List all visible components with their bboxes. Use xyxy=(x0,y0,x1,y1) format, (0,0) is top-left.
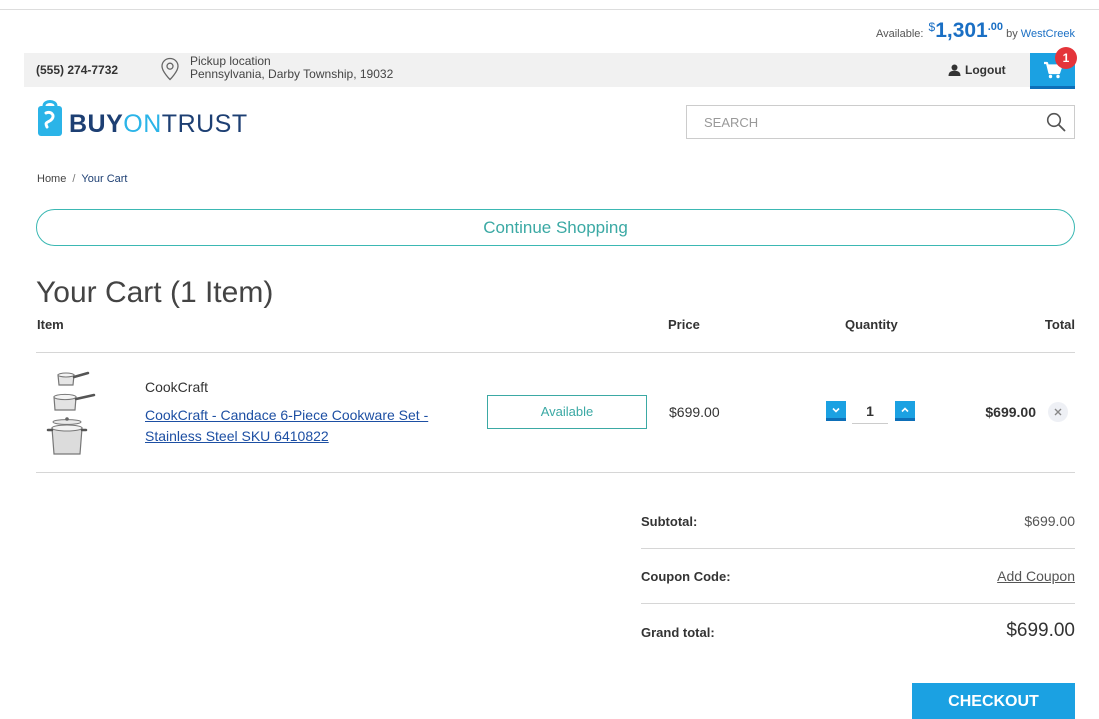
logo-on: ON xyxy=(123,110,162,138)
subtotal-value: $699.00 xyxy=(1024,513,1075,529)
available-label: Available: xyxy=(875,28,924,40)
quantity-value[interactable]: 1 xyxy=(852,403,888,419)
search-input[interactable] xyxy=(687,106,1027,138)
quantity-increase-button[interactable] xyxy=(895,401,915,421)
location-pin-icon xyxy=(161,57,179,81)
pickup-location[interactable]: Pickup location Pennsylvania, Darby Town… xyxy=(190,55,393,81)
lender-link[interactable]: WestCreek xyxy=(1021,28,1075,40)
shopping-bag-logo-icon xyxy=(38,100,62,136)
cart-button[interactable]: 1 xyxy=(1030,47,1077,89)
grand-total-label: Grand total: xyxy=(641,625,715,640)
line-total: $699.00 xyxy=(985,404,1036,420)
top-divider xyxy=(0,9,1099,10)
unit-price: $699.00 xyxy=(669,404,720,420)
product-image[interactable] xyxy=(44,365,102,457)
chevron-up-icon xyxy=(901,406,909,412)
logo-buy: BUY xyxy=(69,110,124,138)
add-coupon-link[interactable]: Add Coupon xyxy=(997,568,1075,584)
phone-number[interactable]: (555) 274-7732 xyxy=(36,63,118,77)
table-header-divider xyxy=(36,352,1075,353)
table-bottom-divider xyxy=(36,472,1075,473)
search-box xyxy=(686,105,1075,139)
product-name-link[interactable]: CookCraft - Candace 6-Piece Cookware Set… xyxy=(145,405,475,447)
breadcrumb-current[interactable]: Your Cart xyxy=(81,173,127,185)
coupon-code-label: Coupon Code: xyxy=(641,569,731,584)
cart-count-badge: 1 xyxy=(1055,47,1077,69)
logo-wordmark: BUYONTRUST xyxy=(69,111,248,137)
chevron-down-icon xyxy=(832,407,840,413)
logo-trust: TRUST xyxy=(161,110,248,138)
quantity-decrease-button[interactable] xyxy=(826,401,846,421)
available-cents: .00 xyxy=(987,21,1004,33)
summary-divider xyxy=(641,548,1075,549)
subtotal-label: Subtotal: xyxy=(641,514,698,529)
info-bar: (555) 274-7732 Pickup location Pennsylva… xyxy=(24,47,1077,89)
available-amount: 1,301 xyxy=(935,19,988,42)
breadcrumb-home[interactable]: Home xyxy=(37,173,66,185)
search-icon[interactable] xyxy=(1046,112,1066,132)
checkout-button[interactable]: CHECKOUT xyxy=(912,683,1075,719)
site-logo[interactable]: BUYONTRUST xyxy=(37,97,248,137)
pickup-address: Pennsylvania, Darby Township, 19032 xyxy=(190,67,394,81)
logout-label: Logout xyxy=(965,63,1006,77)
quantity-underline xyxy=(852,423,888,424)
page-title: Your Cart (1 Item) xyxy=(36,276,274,309)
column-header-total: Total xyxy=(1044,317,1075,332)
breadcrumb: Home / Your Cart xyxy=(37,173,127,185)
by-label: by xyxy=(1006,28,1018,40)
close-icon xyxy=(1054,408,1062,416)
column-header-quantity: Quantity xyxy=(845,317,898,332)
summary-divider xyxy=(641,603,1075,604)
logout-button[interactable]: Logout xyxy=(948,63,1006,77)
availability-status: Available xyxy=(487,395,647,429)
breadcrumb-separator: / xyxy=(72,173,76,185)
product-brand: CookCraft xyxy=(145,379,209,395)
column-header-item: Item xyxy=(37,317,64,332)
continue-shopping-button[interactable]: Continue Shopping xyxy=(36,209,1075,246)
remove-item-button[interactable] xyxy=(1048,402,1068,422)
grand-total-value: $699.00 xyxy=(1006,620,1075,641)
available-credit: Available: $1,301.00 by WestCreek xyxy=(876,19,1075,43)
user-icon xyxy=(948,64,961,76)
column-header-price: Price xyxy=(668,317,700,332)
